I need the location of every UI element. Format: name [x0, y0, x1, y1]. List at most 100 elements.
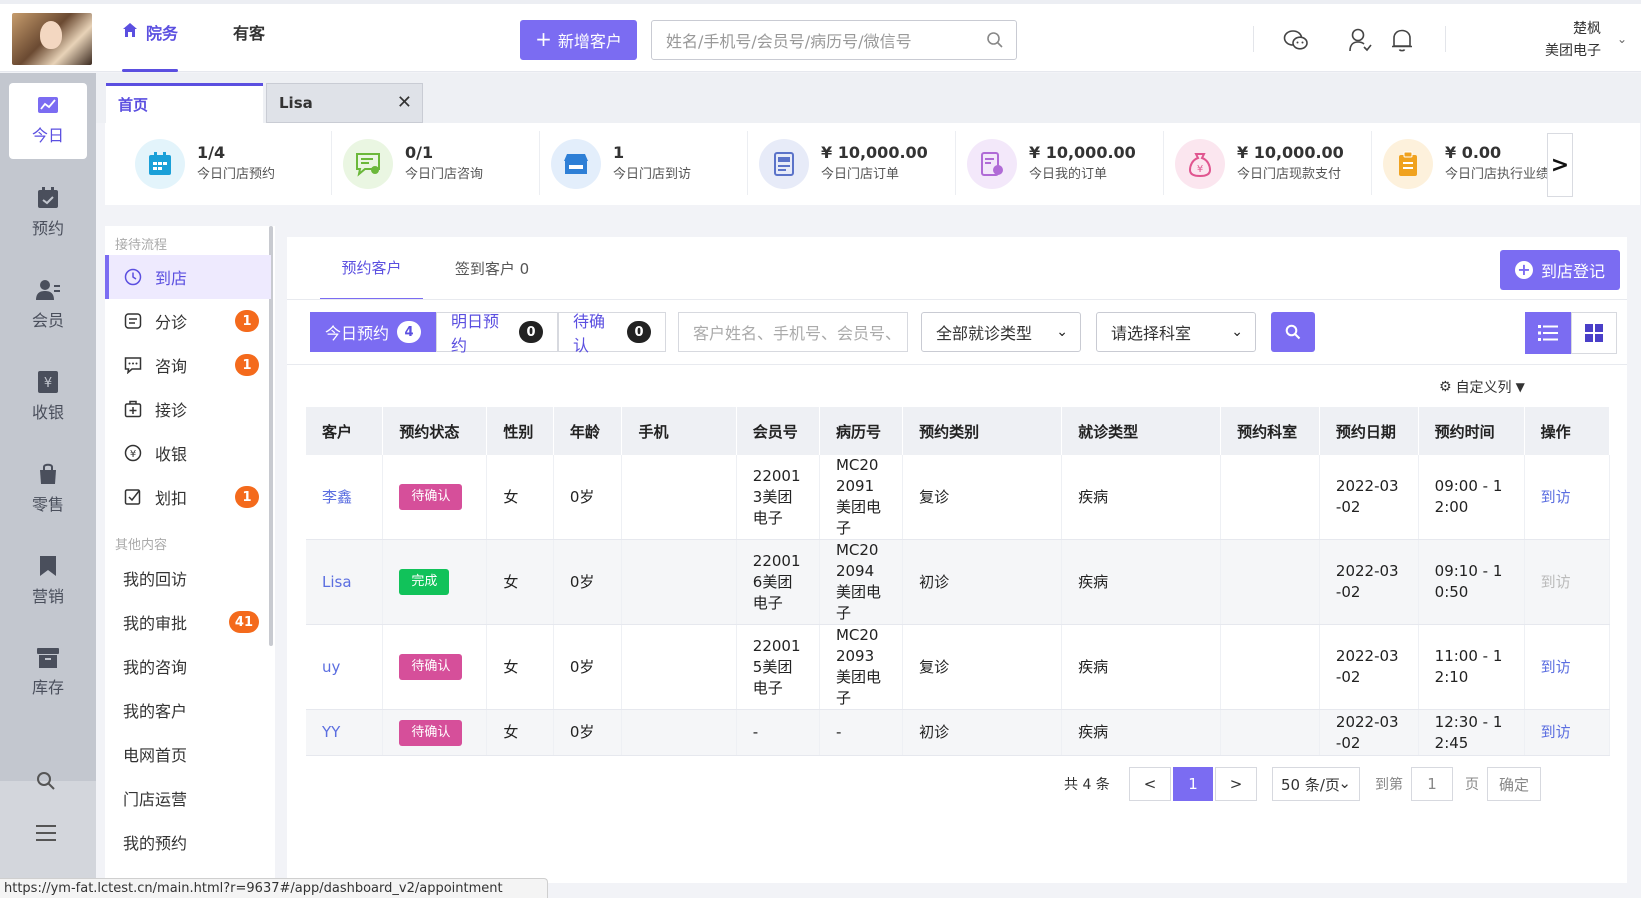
cell-action[interactable]: 到访	[1524, 709, 1611, 756]
nav-youke-label: 有客	[233, 24, 266, 43]
cell-text: MC202093美团电子	[835, 626, 881, 707]
cell-visit: 疾病	[1061, 539, 1222, 625]
sidebar-item-marketing[interactable]: 营销	[9, 543, 87, 619]
other-item-label: 我的预约	[123, 834, 188, 853]
cell-date: 2022-03-02	[1319, 624, 1419, 710]
stat-label: 今日门店执行业绩	[1445, 167, 1550, 182]
search-button[interactable]	[1271, 312, 1315, 352]
user-avatar[interactable]	[12, 13, 92, 65]
flow-item[interactable]: 接诊	[105, 387, 271, 431]
other-item[interactable]: 我的咨询	[105, 644, 271, 688]
add-customer-button[interactable]: + 新增客户	[520, 20, 637, 60]
tab-checkin-customers[interactable]: 签到客户 0	[432, 237, 552, 300]
menu-icon[interactable]	[36, 825, 56, 845]
custom-columns-button[interactable]: ⚙ 自定义列 ▼	[1439, 377, 1525, 397]
other-item[interactable]: 门店运营	[105, 776, 271, 820]
tab-home[interactable]: 首页	[106, 83, 263, 123]
flow-item[interactable]: 分诊 1	[105, 299, 271, 343]
sidebar-item-cashier[interactable]: ¥ 收银	[9, 359, 87, 435]
stat-divider	[1163, 131, 1164, 195]
search-icon[interactable]	[986, 31, 1004, 49]
table-row[interactable]: uy 待确认 女 0岁 220015美团电子 MC202093美团电子 复诊 疾病 2022-0…	[306, 624, 1611, 710]
segment-tomorrow[interactable]: 明日预约 0	[436, 312, 558, 355]
top-search-input[interactable]: 姓名/手机号/会员号/病历号/微信号	[651, 20, 1017, 60]
stat-card[interactable]: 1/4 今日门店预约	[135, 127, 335, 201]
stat-card[interactable]: 0/1 今日门店咨询	[343, 127, 543, 201]
status-badge: 待确认	[399, 654, 463, 680]
nav-yuanwu[interactable]: 院务	[122, 20, 179, 72]
user-icon[interactable]	[1346, 26, 1374, 54]
cell-name[interactable]: Lisa	[306, 539, 384, 625]
table-row[interactable]: 李鑫 待确认 女 0岁 220013美团电子 MC202091美团电子 复诊 疾病 2022-0…	[306, 455, 1611, 540]
gear-icon: ⚙	[1439, 379, 1452, 395]
sidebar-item-member[interactable]: 会员	[9, 267, 87, 343]
other-item[interactable]: 电网首页	[105, 732, 271, 776]
nav-youke[interactable]: 有客	[233, 20, 265, 72]
stats-next-button[interactable]: >	[1547, 133, 1573, 197]
cell-action[interactable]: 到访	[1524, 539, 1611, 625]
cell-name[interactable]: YY	[306, 709, 384, 756]
cell-action[interactable]: 到访	[1524, 624, 1611, 710]
segment-today[interactable]: 今日预约 4	[310, 312, 436, 352]
table-row[interactable]: Lisa 完成 女 0岁 220016美团电子 MC202094美团电子 初诊 疾病 2022-…	[306, 539, 1611, 625]
count-badge: 1	[235, 310, 259, 332]
checkin-register-button[interactable]: + 到店登记	[1500, 250, 1620, 290]
segment-pending[interactable]: 待确认 0	[558, 312, 666, 355]
stat-text: 1/4 今日门店预约	[197, 142, 275, 186]
page-1-button[interactable]: 1	[1173, 767, 1213, 801]
prev-page-button[interactable]: <	[1129, 767, 1171, 801]
stat-card[interactable]: ¥ 10,000.00 今日我的订单	[967, 127, 1167, 201]
flow-item[interactable]: 咨询 1	[105, 343, 271, 387]
stat-card[interactable]: ¥ 10,000.00 今日门店订单	[759, 127, 959, 201]
department-select[interactable]: 请选择科室 ⌄	[1096, 312, 1256, 352]
flow-item[interactable]: 划扣 1	[105, 475, 271, 519]
sidebar-item-today[interactable]: 今日	[9, 83, 87, 159]
bell-icon[interactable]	[1388, 26, 1416, 54]
cell-date: 2022-03-02	[1319, 539, 1419, 625]
cell-category: 初诊	[902, 709, 1063, 756]
other-item[interactable]: 我的客户	[105, 688, 271, 732]
page-size-select[interactable]: 50 条/页 ⌄	[1272, 767, 1360, 801]
cell-name[interactable]: uy	[306, 624, 384, 710]
goto-confirm-button[interactable]: 确定	[1487, 767, 1541, 801]
table-row[interactable]: YY 待确认 女 0岁 - - 初诊 疾病 2022-03-02 12:30 - 12:45 到访	[306, 709, 1611, 756]
sidebar-item-inventory[interactable]: 库存	[9, 635, 87, 711]
next-page-button[interactable]: >	[1215, 767, 1257, 801]
cell-text: 0岁	[569, 487, 595, 506]
other-item-label: 我的客户	[123, 702, 188, 721]
tab-appointment-customers[interactable]: 预约客户	[320, 237, 423, 300]
status-badge: 完成	[399, 569, 450, 595]
other-item[interactable]: 我的回访	[105, 556, 271, 600]
grid-icon	[1585, 324, 1603, 342]
other-item[interactable]: 我的预约	[105, 820, 271, 864]
flow-item[interactable]: 到店	[105, 255, 271, 299]
cell-text: 220016美团电子	[752, 551, 801, 612]
stat-card[interactable]: 1 今日门店到访	[551, 127, 751, 201]
cell-text: 2022-03-02	[1335, 647, 1399, 686]
cell-text: -	[752, 723, 759, 741]
column-header: 就诊类型	[1061, 407, 1222, 455]
tab-lisa[interactable]: Lisa ✕	[266, 83, 423, 123]
close-icon[interactable]: ✕	[397, 92, 412, 113]
sidebar-item-appointment[interactable]: 预约	[9, 175, 87, 251]
cell-text: 到访	[1540, 657, 1571, 676]
search-icon[interactable]	[36, 771, 56, 795]
wechat-icon[interactable]	[1282, 26, 1310, 54]
stat-text: ¥ 10,000.00 今日门店现款支付	[1237, 142, 1344, 186]
cell-action[interactable]: 到访	[1524, 455, 1611, 540]
chevron-down-icon[interactable]: ⌄	[1617, 32, 1627, 46]
cell-name[interactable]: 李鑫	[306, 455, 384, 540]
list-view-button[interactable]	[1525, 312, 1571, 354]
grid-view-button[interactable]	[1571, 312, 1617, 354]
other-item[interactable]: 我的审批 41	[105, 600, 271, 644]
stat-divider	[331, 131, 332, 195]
goto-label: 到第	[1375, 777, 1403, 793]
visit-type-select[interactable]: 全部就诊类型 ⌄	[921, 312, 1081, 352]
goto-page-input[interactable]: 1	[1411, 767, 1453, 801]
user-info[interactable]: 楚枫 美团电子	[1545, 18, 1601, 62]
flow-item[interactable]: ¥ 收银	[105, 431, 271, 475]
stat-card[interactable]: ¥ ¥ 10,000.00 今日门店现款支付	[1175, 127, 1375, 201]
sidebar-item-retail[interactable]: 零售	[9, 451, 87, 527]
next-label: >	[1229, 775, 1243, 793]
customer-filter-input[interactable]: 客户姓名、手机号、会员号、	[678, 312, 908, 352]
